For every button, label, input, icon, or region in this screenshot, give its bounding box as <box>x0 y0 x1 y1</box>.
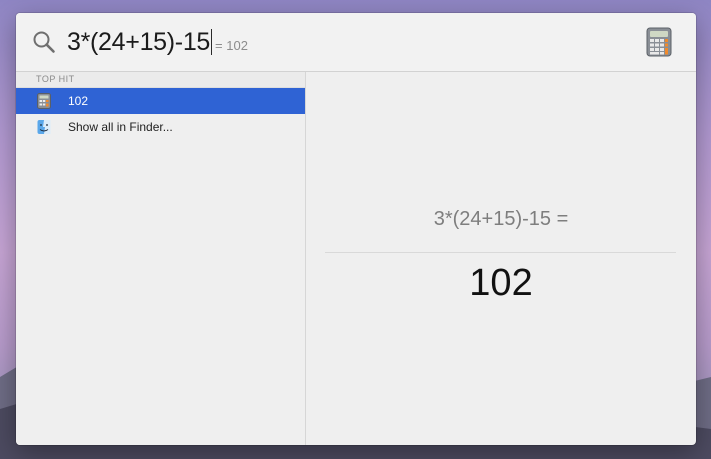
query-text: 3*(24+15)-15 <box>67 28 211 56</box>
preview-pane: 3*(24+15)-15 = 102 <box>306 72 696 445</box>
calculation-result: 102 <box>469 262 533 304</box>
divider <box>325 252 676 253</box>
section-header-top-hit: TOP HIT <box>16 72 305 88</box>
search-bar: 3*(24+15)-15 = 102 <box>16 13 696 72</box>
finder-icon <box>37 120 51 134</box>
spotlight-window: 3*(24+15)-15 = 102 TOP HIT 102 Show all … <box>16 13 696 445</box>
calculation-expression: 3*(24+15)-15 = <box>433 208 569 230</box>
result-row-calculator[interactable]: 102 <box>16 88 305 114</box>
search-input[interactable]: 3*(24+15)-15 = 102 <box>67 26 248 62</box>
inline-result: = 102 <box>215 38 248 53</box>
calculator-icon <box>37 93 51 109</box>
text-caret <box>211 29 213 55</box>
search-icon <box>33 31 55 53</box>
result-label: Show all in Finder... <box>68 120 173 134</box>
results-list: TOP HIT 102 Show all in Finder... <box>16 72 306 445</box>
calculator-icon <box>646 27 672 57</box>
result-label: 102 <box>68 94 89 108</box>
result-row-show-in-finder[interactable]: Show all in Finder... <box>16 114 305 140</box>
